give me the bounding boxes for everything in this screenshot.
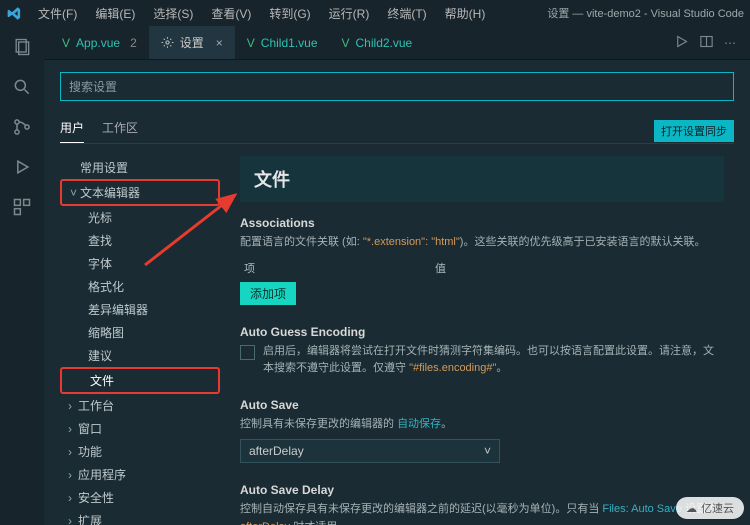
menu-help[interactable]: 帮助(H) [437,2,494,25]
chevron-down-icon: ˅ [484,444,491,458]
tree-minimap[interactable]: 缩略图 [60,321,220,344]
tree-workbench[interactable]: ›工作台 [60,394,220,417]
chevron-right-icon: › [68,399,78,413]
tab-label: Child1.vue [261,36,318,50]
chevron-right-icon: › [68,422,78,436]
extensions-icon[interactable] [11,196,33,218]
tab-app-vue[interactable]: V App.vue 2 [50,26,149,59]
vue-icon: V [247,36,255,50]
gear-icon [161,36,174,49]
tab-label: Child2.vue [356,36,413,50]
tree-window[interactable]: ›窗口 [60,417,220,440]
tab-child2-vue[interactable]: V Child2.vue [330,26,425,59]
tab-settings[interactable]: 设置 × [149,26,235,59]
link-files-auto-save[interactable]: Files: Auto Save [602,503,682,515]
settings-search-input[interactable]: 搜索设置 [60,72,734,101]
setting-title: Associations [240,216,724,230]
tree-font[interactable]: 字体 [60,252,220,275]
tab-child1-vue[interactable]: V Child1.vue [235,26,330,59]
close-icon[interactable]: × [216,36,223,50]
setting-auto-guess-encoding: Auto Guess Encoding 启用后，编辑器将尝试在打开文件时猜测字符… [240,325,724,378]
tree-features[interactable]: ›功能 [60,440,220,463]
setting-description: 控制自动保存具有未保存更改的编辑器之前的延迟(以毫秒为单位)。只有当 Files… [240,501,724,525]
watermark: ☁ 亿速云 [676,497,744,519]
tree-common[interactable]: 常用设置 [60,156,220,179]
menu-edit[interactable]: 编辑(E) [87,2,143,25]
tree-extensions[interactable]: ›扩展 [60,509,220,525]
more-icon[interactable]: ⋯ [724,36,736,50]
tab-badge: 2 [130,36,137,50]
setting-title: Auto Save [240,398,724,412]
chevron-right-icon: › [68,445,78,459]
menu-view[interactable]: 查看(V) [203,2,259,25]
assoc-col-val: 值 [435,260,446,276]
tree-cursor[interactable]: 光标 [60,206,220,229]
vscode-logo-icon [6,5,22,21]
setting-title: Auto Save Delay [240,483,724,497]
tree-application[interactable]: ›应用程序 [60,463,220,486]
tree-diff-editor[interactable]: 差异编辑器 [60,298,220,321]
tree-text-editor[interactable]: ˅文本编辑器 [60,179,220,206]
menubar: 文件(F) 编辑(E) 选择(S) 查看(V) 转到(G) 运行(R) 终端(T… [0,0,750,26]
setting-auto-save-delay: Auto Save Delay 控制自动保存具有未保存更改的编辑器之前的延迟(以… [240,483,724,525]
tree-suggestions[interactable]: 建议 [60,344,220,367]
menu-terminal[interactable]: 终端(T) [379,2,434,25]
setting-description: 控制具有未保存更改的编辑器的 自动保存。 [240,416,724,434]
setting-associations: Associations 配置语言的文件关联 (如: "*.extension"… [240,216,724,305]
chevron-right-icon: › [68,491,78,505]
settings-details: 文件 Associations 配置语言的文件关联 (如: "*.extensi… [220,150,734,525]
scope-tab-workspace[interactable]: 工作区 [102,119,138,143]
tab-label: App.vue [76,36,120,50]
source-control-icon[interactable] [11,116,33,138]
activity-bar [0,26,44,525]
setting-description: 启用后，编辑器将尝试在打开文件时猜测字符集编码。也可以按语言配置此设置。请注意，… [263,343,724,378]
vue-icon: V [62,36,70,50]
split-editor-icon[interactable] [699,34,714,52]
tree-find[interactable]: 查找 [60,229,220,252]
menu-file[interactable]: 文件(F) [30,2,85,25]
section-title: 文件 [240,156,724,202]
settings-tree: 常用设置 ˅文本编辑器 光标 查找 字体 格式化 差异编辑器 缩略图 建议 文件… [60,150,220,525]
open-settings-sync-button[interactable]: 打开设置同步 [654,120,734,142]
chevron-right-icon: › [68,468,78,482]
setting-description: 配置语言的文件关联 (如: "*.extension": "html")。这些关… [240,234,724,252]
add-item-button[interactable]: 添加项 [240,282,296,305]
link-auto-save[interactable]: 自动保存 [397,418,441,430]
menu-run[interactable]: 运行(R) [321,2,378,25]
tab-label: 设置 [180,34,204,51]
checkbox[interactable] [240,345,255,360]
editor-tabs: V App.vue 2 设置 × V Child1.vue V Child2.v… [44,26,750,60]
explorer-icon[interactable] [11,36,33,58]
tree-formatting[interactable]: 格式化 [60,275,220,298]
window-title: 设置 — vite-demo2 - Visual Studio Code [547,5,744,21]
setting-auto-save: Auto Save 控制具有未保存更改的编辑器的 自动保存。 afterDela… [240,398,724,464]
run-debug-icon[interactable] [11,156,33,178]
search-icon[interactable] [11,76,33,98]
chevron-down-icon: ˅ [70,186,80,200]
assoc-col-key: 项 [244,260,255,276]
scope-tab-user[interactable]: 用户 [60,119,84,143]
setting-title: Auto Guess Encoding [240,325,724,339]
tree-security[interactable]: ›安全性 [60,486,220,509]
menu-selection[interactable]: 选择(S) [145,2,201,25]
tree-files[interactable]: 文件 [60,367,220,394]
vue-icon: V [342,36,350,50]
chevron-right-icon: › [68,514,78,525]
run-icon[interactable] [674,34,689,52]
cloud-icon: ☁ [686,502,697,515]
auto-save-select[interactable]: afterDelay ˅ [240,439,500,463]
menu-go[interactable]: 转到(G) [261,2,318,25]
